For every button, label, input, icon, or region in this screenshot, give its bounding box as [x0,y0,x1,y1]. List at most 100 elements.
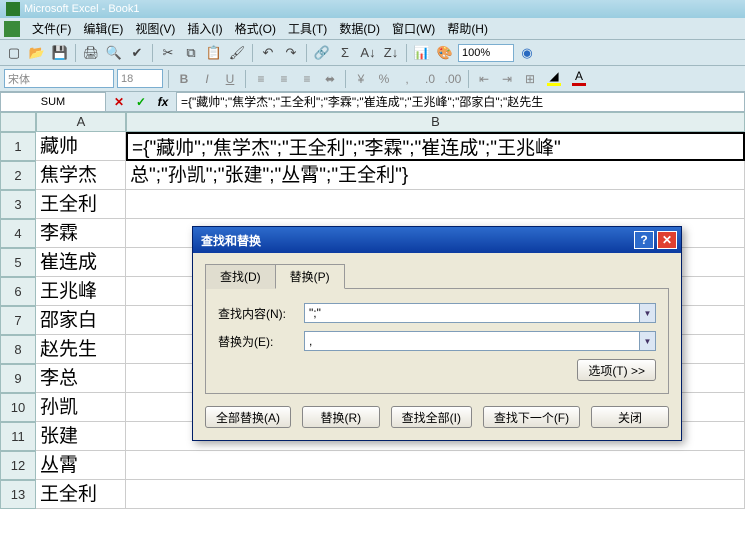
enter-icon[interactable]: ✓ [132,93,150,111]
menu-help[interactable]: 帮助(H) [441,18,494,39]
menu-data[interactable]: 数据(D) [333,18,386,39]
font-color-icon[interactable]: A [568,69,590,89]
sort-desc-icon[interactable]: Z↓ [381,43,401,63]
row-header[interactable]: 2 [0,161,36,190]
cell[interactable]: 王兆峰 [36,277,126,306]
redo-icon[interactable]: ↷ [281,43,301,63]
cell[interactable]: 崔连成 [36,248,126,277]
sort-asc-icon[interactable]: A↓ [358,43,378,63]
dialog-help-icon[interactable]: ? [634,231,654,249]
undo-icon[interactable]: ↶ [258,43,278,63]
inc-dec-icon[interactable]: .0 [420,69,440,89]
row-header[interactable]: 7 [0,306,36,335]
help-icon[interactable]: ◉ [517,43,537,63]
new-icon[interactable]: ▢ [4,43,24,63]
fx-icon[interactable]: fx [154,93,172,111]
comma-icon[interactable]: , [397,69,417,89]
replace-dropdown-icon[interactable]: ▼ [640,331,656,351]
merge-icon[interactable]: ⬌ [320,69,340,89]
chart-icon[interactable]: 📊 [412,43,432,63]
find-next-button[interactable]: 查找下一个(F) [483,406,580,428]
currency-icon[interactable]: ¥ [351,69,371,89]
align-center-icon[interactable]: ≡ [274,69,294,89]
row-header[interactable]: 6 [0,277,36,306]
sum-icon[interactable]: Σ [335,43,355,63]
find-all-button[interactable]: 查找全部(I) [391,406,472,428]
options-button[interactable]: 选项(T) >> [577,359,656,381]
column-header-a[interactable]: A [36,112,126,132]
tab-find[interactable]: 查找(D) [205,264,276,289]
percent-icon[interactable]: % [374,69,394,89]
italic-icon[interactable]: I [197,69,217,89]
cell[interactable]: 李总 [36,364,126,393]
indent-inc-icon[interactable]: ⇥ [497,69,517,89]
replace-button[interactable]: 替换(R) [302,406,380,428]
cell[interactable]: 总";"孙凯";"张建";"丛霄";"王全利"} [126,161,745,190]
find-input[interactable] [304,303,640,323]
row-header[interactable]: 13 [0,480,36,509]
open-icon[interactable]: 📂 [27,43,47,63]
row-header[interactable]: 12 [0,451,36,480]
cell[interactable]: 藏帅 [36,132,126,161]
replace-input[interactable] [304,331,640,351]
borders-icon[interactable]: ⊞ [520,69,540,89]
cell[interactable]: 丛霄 [36,451,126,480]
fill-color-icon[interactable]: ◢ [543,69,565,89]
dec-dec-icon[interactable]: .00 [443,69,463,89]
row-header[interactable]: 1 [0,132,36,161]
replace-all-button[interactable]: 全部替换(A) [205,406,291,428]
formula-input[interactable]: ={"藏帅";"焦学杰";"王全利";"李霖";"崔连成";"王兆峰";"邵家白… [176,92,745,112]
bold-icon[interactable]: B [174,69,194,89]
cancel-icon[interactable]: ✕ [110,93,128,111]
cell[interactable]: ={"藏帅";"焦学杰";"王全利";"李霖";"崔连成";"王兆峰" [126,132,745,161]
menu-tools[interactable]: 工具(T) [282,18,333,39]
menu-file[interactable]: 文件(F) [26,18,77,39]
cell[interactable] [126,190,745,219]
font-size-input[interactable] [117,69,163,88]
row-header[interactable]: 5 [0,248,36,277]
format-painter-icon[interactable]: 🖌 [227,43,247,63]
tab-replace[interactable]: 替换(P) [275,264,345,289]
cell[interactable]: 焦学杰 [36,161,126,190]
select-all-corner[interactable] [0,112,36,132]
spell-icon[interactable]: ✔ [127,43,147,63]
font-name-input[interactable] [4,69,114,88]
align-left-icon[interactable]: ≡ [251,69,271,89]
close-button[interactable]: 关闭 [591,406,669,428]
row-header[interactable]: 4 [0,219,36,248]
zoom-input[interactable] [458,44,514,62]
cell[interactable]: 王全利 [36,190,126,219]
copy-icon[interactable]: ⧉ [181,43,201,63]
print-icon[interactable]: 🖨 [81,43,101,63]
menu-format[interactable]: 格式(O) [229,18,282,39]
cell[interactable]: 张建 [36,422,126,451]
cell[interactable]: 孙凯 [36,393,126,422]
cell[interactable] [126,480,745,509]
drawing-icon[interactable]: 🎨 [435,43,455,63]
dialog-close-icon[interactable]: ✕ [657,231,677,249]
dialog-titlebar[interactable]: 查找和替换 ? ✕ [193,227,681,253]
row-header[interactable]: 10 [0,393,36,422]
preview-icon[interactable]: 🔍 [104,43,124,63]
cell[interactable]: 王全利 [36,480,126,509]
indent-dec-icon[interactable]: ⇤ [474,69,494,89]
cell[interactable] [126,451,745,480]
menu-edit[interactable]: 编辑(E) [77,18,129,39]
cell[interactable]: 邵家白 [36,306,126,335]
find-dropdown-icon[interactable]: ▼ [640,303,656,323]
name-box[interactable] [0,92,106,112]
link-icon[interactable]: 🔗 [312,43,332,63]
underline-icon[interactable]: U [220,69,240,89]
row-header[interactable]: 8 [0,335,36,364]
row-header[interactable]: 3 [0,190,36,219]
align-right-icon[interactable]: ≡ [297,69,317,89]
cell[interactable]: 赵先生 [36,335,126,364]
cut-icon[interactable]: ✂ [158,43,178,63]
row-header[interactable]: 11 [0,422,36,451]
save-icon[interactable]: 💾 [50,43,70,63]
cell[interactable]: 李霖 [36,219,126,248]
paste-icon[interactable]: 📋 [204,43,224,63]
menu-window[interactable]: 窗口(W) [386,18,441,39]
column-header-b[interactable]: B [126,112,745,132]
menu-view[interactable]: 视图(V) [129,18,181,39]
